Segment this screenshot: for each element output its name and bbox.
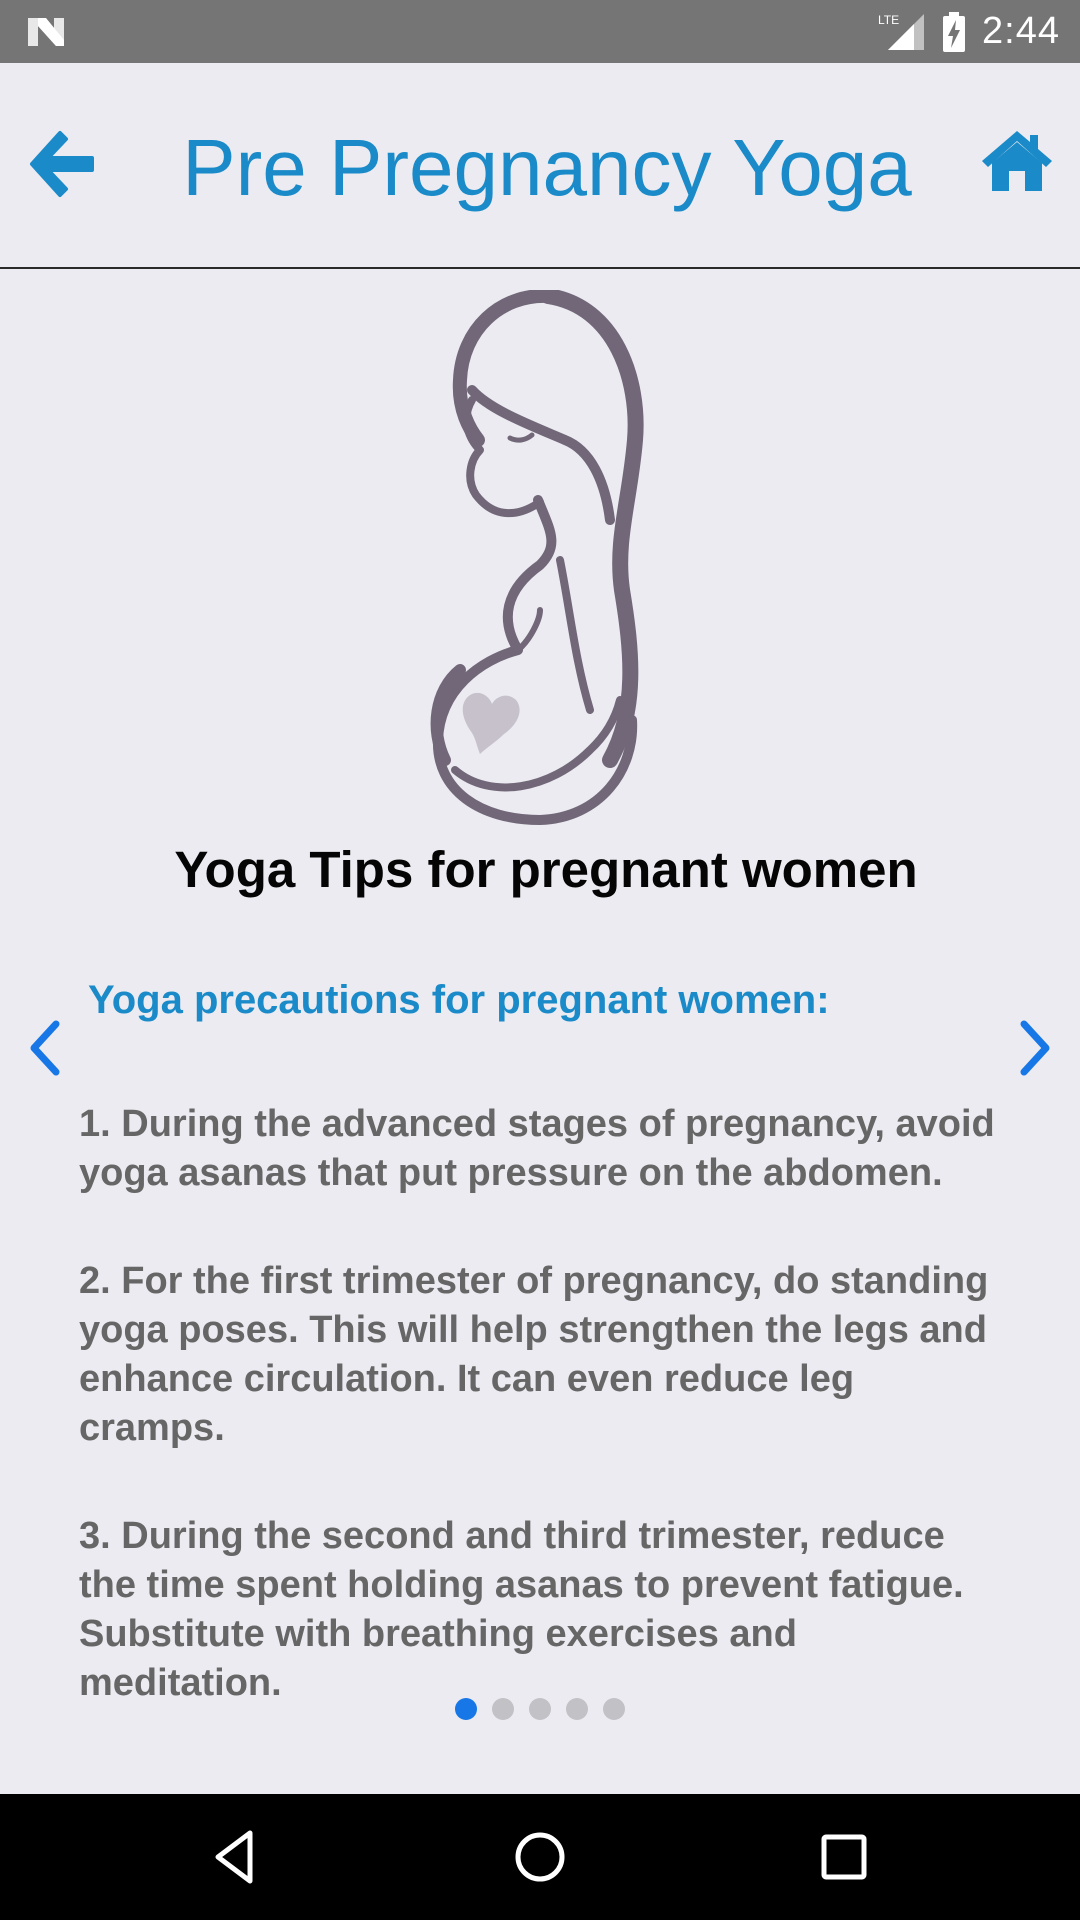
page-dot[interactable]	[603, 1698, 625, 1720]
tip-item: 1. During the advanced stages of pregnan…	[79, 1103, 995, 1194]
app-bar: Pre Pregnancy Yoga	[0, 63, 1080, 269]
pregnant-woman-illustration	[430, 290, 644, 825]
chevron-right-icon[interactable]	[1016, 1016, 1056, 1080]
status-time: 2:44	[982, 10, 1060, 52]
battery-charging-icon	[943, 11, 966, 52]
tip-item: 3. During the second and third trimester…	[79, 1515, 964, 1704]
tip-item: 2. For the first trimester of pregnancy,…	[79, 1260, 989, 1449]
page-title: Pre Pregnancy Yoga	[182, 123, 912, 212]
section-title: Yoga precautions for pregnant women:	[88, 978, 830, 1022]
back-triangle-icon[interactable]	[206, 1827, 266, 1887]
status-bar: LTE 2:44	[0, 0, 1080, 63]
recents-square-icon[interactable]	[814, 1827, 874, 1887]
page-dot[interactable]	[529, 1698, 551, 1720]
tips-list: 1. During the advanced stages of pregnan…	[79, 1100, 1009, 1767]
page-dot[interactable]	[455, 1698, 477, 1720]
page-dot[interactable]	[566, 1698, 588, 1720]
notification-n-icon	[28, 18, 64, 46]
page-indicator	[455, 1698, 625, 1720]
system-nav-bar	[0, 1794, 1080, 1920]
page-dot[interactable]	[492, 1698, 514, 1720]
content-heading: Yoga Tips for pregnant women	[174, 841, 918, 898]
lte-signal-icon: LTE	[878, 13, 925, 50]
home-circle-icon[interactable]	[510, 1827, 570, 1887]
home-icon[interactable]	[980, 129, 1054, 193]
chevron-left-icon[interactable]	[24, 1016, 64, 1080]
status-icons: LTE 2:44	[878, 0, 1060, 63]
lte-label: LTE	[878, 13, 899, 27]
